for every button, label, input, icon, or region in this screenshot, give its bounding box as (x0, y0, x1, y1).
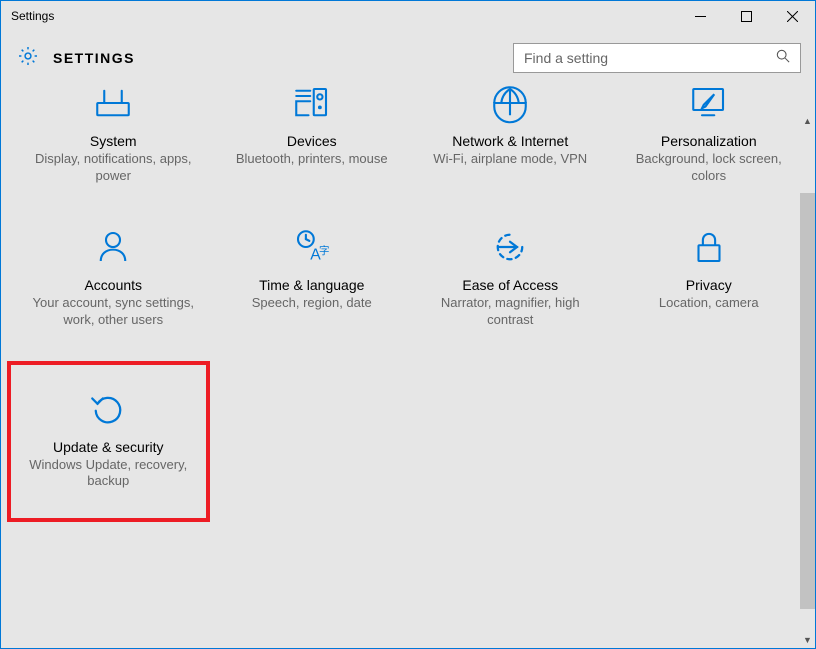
search-placeholder: Find a setting (524, 50, 608, 66)
tile-title: Time & language (259, 277, 364, 293)
main-panel: SETTINGS Find a setting System (1, 31, 815, 648)
tile-desc: Narrator, magnifier, high contrast (424, 295, 597, 329)
tile-privacy[interactable]: Privacy Location, camera (613, 219, 806, 335)
tile-time-language[interactable]: A 字 Time & language Speech, region, date (216, 219, 409, 335)
tile-desc: Display, notifications, apps, power (27, 151, 200, 185)
personalization-icon (688, 77, 730, 129)
tile-desc: Speech, region, date (252, 295, 372, 312)
tile-title: Update & security (53, 439, 164, 455)
system-icon (92, 77, 134, 129)
tile-title: Network & Internet (452, 133, 568, 149)
maximize-button[interactable] (723, 1, 769, 31)
time-icon: A 字 (291, 221, 333, 273)
tile-title: Privacy (686, 277, 732, 293)
content-area: SETTINGS Find a setting System (1, 31, 815, 648)
scrollbar[interactable]: ▲ ▼ (800, 113, 815, 648)
tile-system[interactable]: System Display, notifications, apps, pow… (17, 75, 210, 191)
tile-ease-of-access[interactable]: Ease of Access Narrator, magnifier, high… (414, 219, 607, 335)
settings-header: SETTINGS Find a setting (17, 43, 809, 73)
tile-title: Ease of Access (462, 277, 558, 293)
search-icon (776, 49, 790, 68)
privacy-icon (688, 221, 730, 273)
gear-icon (17, 45, 39, 72)
tile-title: Devices (287, 133, 337, 149)
devices-icon (291, 77, 333, 129)
tile-devices[interactable]: Devices Bluetooth, printers, mouse (216, 75, 409, 191)
minimize-button[interactable] (677, 1, 723, 31)
tile-desc: Background, lock screen, colors (623, 151, 796, 185)
settings-grid: System Display, notifications, apps, pow… (17, 75, 809, 522)
ease-icon (489, 221, 531, 273)
tile-desc: Bluetooth, printers, mouse (236, 151, 388, 168)
network-icon (489, 77, 531, 129)
accounts-icon (92, 221, 134, 273)
tile-desc: Location, camera (659, 295, 759, 312)
scroll-thumb[interactable] (800, 193, 815, 609)
tile-desc: Windows Update, recovery, backup (21, 457, 196, 491)
tile-desc: Wi-Fi, airplane mode, VPN (433, 151, 587, 168)
scroll-up-icon[interactable]: ▲ (800, 113, 815, 129)
update-icon (87, 383, 129, 435)
tile-accounts[interactable]: Accounts Your account, sync settings, wo… (17, 219, 210, 335)
scroll-down-icon[interactable]: ▼ (800, 632, 815, 648)
window-title: Settings (11, 9, 54, 23)
settings-title: SETTINGS (53, 50, 135, 66)
close-button[interactable] (769, 1, 815, 31)
tile-update-security[interactable]: Update & security Windows Update, recove… (7, 361, 210, 523)
tile-title: Accounts (84, 277, 142, 293)
tile-desc: Your account, sync settings, work, other… (27, 295, 200, 329)
window-controls (677, 1, 815, 31)
tile-title: System (90, 133, 137, 149)
titlebar: Settings (1, 1, 815, 31)
svg-text:字: 字 (319, 244, 330, 257)
tile-title: Personalization (661, 133, 757, 149)
tile-personalization[interactable]: Personalization Background, lock screen,… (613, 75, 806, 191)
tile-network[interactable]: Network & Internet Wi-Fi, airplane mode,… (414, 75, 607, 191)
search-input[interactable]: Find a setting (513, 43, 801, 73)
